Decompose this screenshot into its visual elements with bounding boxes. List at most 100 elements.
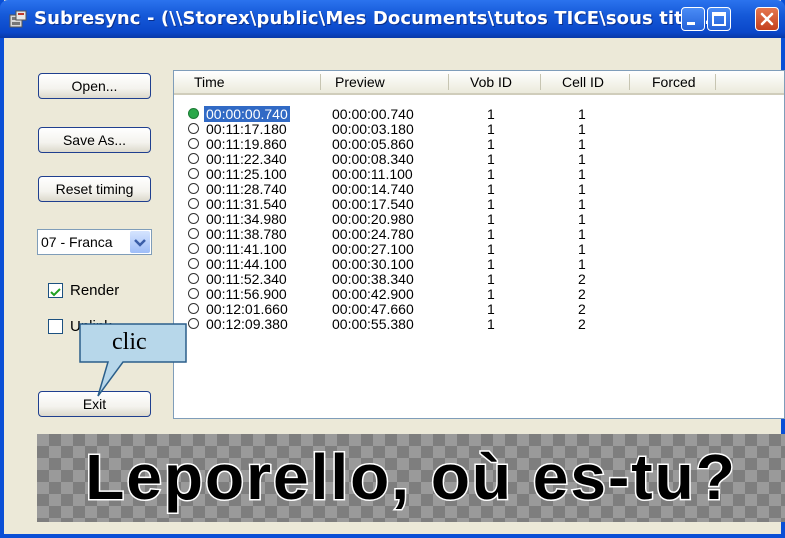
cell-time: 00:11:31.540 — [206, 196, 287, 212]
row-radio-icon[interactable] — [188, 153, 199, 164]
cell-cell-id: 1 — [578, 121, 586, 137]
column-header-time[interactable]: Time — [194, 74, 225, 90]
column-header-cell-id[interactable]: Cell ID — [562, 74, 604, 90]
subresync-window: Subresync - (\\Storex\public\Mes Documen… — [0, 0, 785, 538]
cell-cell-id: 2 — [578, 316, 586, 332]
cell-vob-id: 1 — [487, 136, 495, 152]
checkmark-icon — [50, 288, 61, 297]
cell-vob-id: 1 — [487, 151, 495, 167]
cell-cell-id: 1 — [578, 136, 586, 152]
row-radio-icon[interactable] — [188, 303, 199, 314]
cell-cell-id: 1 — [578, 256, 586, 272]
table-row[interactable]: 00:11:28.740 00:00:14.740 1 1 — [174, 181, 784, 197]
row-radio-icon[interactable] — [188, 318, 199, 329]
column-header-preview[interactable]: Preview — [335, 74, 385, 90]
cell-time: 00:00:00.740 — [203, 105, 291, 123]
save-as-button[interactable]: Save As... — [38, 127, 151, 153]
cell-preview: 00:00:03.180 — [332, 121, 414, 137]
title-bar[interactable]: Subresync - (\\Storex\public\Mes Documen… — [0, 0, 785, 38]
row-radio-icon[interactable] — [188, 198, 199, 209]
open-button[interactable]: Open... — [38, 73, 151, 99]
row-radio-icon[interactable] — [188, 168, 199, 179]
cell-time: 00:11:52.340 — [206, 271, 287, 287]
cell-preview: 00:00:47.660 — [332, 301, 414, 317]
table-row[interactable]: 00:11:22.340 00:00:08.340 1 1 — [174, 151, 784, 167]
row-radio-icon[interactable] — [188, 108, 199, 119]
table-row[interactable]: 00:11:25.100 00:00:11.100 1 1 — [174, 166, 784, 182]
table-row[interactable]: 00:11:52.340 00:00:38.340 1 2 — [174, 271, 784, 287]
cell-vob-id: 1 — [487, 241, 495, 257]
language-select[interactable]: 07 - Franca — [37, 229, 152, 255]
cell-cell-id: 1 — [578, 241, 586, 257]
cell-cell-id: 1 — [578, 211, 586, 227]
row-radio-icon[interactable] — [188, 288, 199, 299]
cell-time: 00:11:28.740 — [206, 181, 287, 197]
row-radio-icon[interactable] — [188, 273, 199, 284]
cell-preview: 00:00:11.100 — [332, 166, 413, 182]
row-radio-icon[interactable] — [188, 228, 199, 239]
row-radio-icon[interactable] — [188, 258, 199, 269]
table-row[interactable]: 00:11:19.860 00:00:05.860 1 1 — [174, 136, 784, 152]
cell-vob-id: 1 — [487, 226, 495, 242]
unlink-checkbox[interactable] — [48, 319, 63, 334]
cell-preview: 00:00:00.740 — [332, 106, 414, 122]
row-radio-icon[interactable] — [188, 243, 199, 254]
maximize-button[interactable] — [707, 7, 731, 31]
table-row[interactable]: 00:11:44.100 00:00:30.100 1 1 — [174, 256, 784, 272]
cell-cell-id: 2 — [578, 286, 586, 302]
cell-vob-id: 1 — [487, 121, 495, 137]
row-radio-icon[interactable] — [188, 123, 199, 134]
cell-vob-id: 1 — [487, 301, 495, 317]
table-row[interactable]: 00:11:38.780 00:00:24.780 1 1 — [174, 226, 784, 242]
column-separator[interactable] — [448, 74, 449, 90]
column-header-vob-id[interactable]: Vob ID — [470, 74, 512, 90]
column-separator[interactable] — [320, 74, 321, 90]
cell-preview: 00:00:08.340 — [332, 151, 414, 167]
cell-time: 00:11:38.780 — [206, 226, 287, 242]
reset-timing-button[interactable]: Reset timing — [38, 176, 151, 202]
cell-preview: 00:00:38.340 — [332, 271, 414, 287]
table-row[interactable]: 00:12:01.660 00:00:47.660 1 2 — [174, 301, 784, 317]
callout-text: clic — [112, 329, 147, 355]
cell-vob-id: 1 — [487, 166, 495, 182]
render-label: Render — [70, 282, 120, 299]
cell-preview: 00:00:30.100 — [332, 256, 414, 272]
cell-preview: 00:00:55.380 — [332, 316, 414, 332]
row-radio-icon[interactable] — [188, 183, 199, 194]
callout-bubble: clic — [78, 322, 188, 398]
cell-preview: 00:00:20.980 — [332, 211, 414, 227]
row-radio-icon[interactable] — [188, 138, 199, 149]
language-select-value: 07 - Franca — [41, 234, 113, 250]
column-separator[interactable] — [629, 74, 630, 90]
table-row[interactable]: 00:11:56.900 00:00:42.900 1 2 — [174, 286, 784, 302]
column-separator[interactable] — [540, 74, 541, 90]
column-header-forced[interactable]: Forced — [652, 74, 696, 90]
cell-preview: 00:00:27.100 — [332, 241, 414, 257]
render-checkbox[interactable] — [48, 283, 63, 298]
column-separator[interactable] — [715, 74, 716, 90]
cell-time: 00:11:34.980 — [206, 211, 287, 227]
cell-time: 00:11:19.860 — [206, 136, 287, 152]
minimize-button[interactable] — [681, 7, 705, 31]
subtitle-list[interactable]: Time Preview Vob ID Cell ID Forced 00:00… — [173, 70, 785, 419]
cell-vob-id: 1 — [487, 286, 495, 302]
dropdown-arrow-button[interactable] — [130, 231, 150, 253]
row-radio-icon[interactable] — [188, 213, 199, 224]
table-row[interactable]: 00:11:34.980 00:00:20.980 1 1 — [174, 211, 784, 227]
cell-preview: 00:00:05.860 — [332, 136, 414, 152]
cell-preview: 00:00:42.900 — [332, 286, 414, 302]
table-row[interactable]: 00:11:41.100 00:00:27.100 1 1 — [174, 241, 784, 257]
table-row[interactable]: 00:11:17.180 00:00:03.180 1 1 — [174, 121, 784, 137]
cell-vob-id: 1 — [487, 256, 495, 272]
cell-vob-id: 1 — [487, 106, 495, 122]
table-row[interactable]: 00:00:00.740 00:00:00.740 1 1 — [174, 105, 784, 123]
cell-cell-id: 1 — [578, 226, 586, 242]
close-icon — [760, 12, 774, 26]
table-row[interactable]: 00:11:31.540 00:00:17.540 1 1 — [174, 196, 784, 212]
subtitle-preview-text: Leporello, où es-tu? — [84, 440, 737, 515]
close-button[interactable] — [755, 7, 779, 31]
cell-vob-id: 1 — [487, 196, 495, 212]
cell-time: 00:11:25.100 — [206, 166, 287, 182]
table-row[interactable]: 00:12:09.380 00:00:55.380 1 2 — [174, 316, 784, 332]
cell-time: 00:11:17.180 — [206, 121, 287, 137]
